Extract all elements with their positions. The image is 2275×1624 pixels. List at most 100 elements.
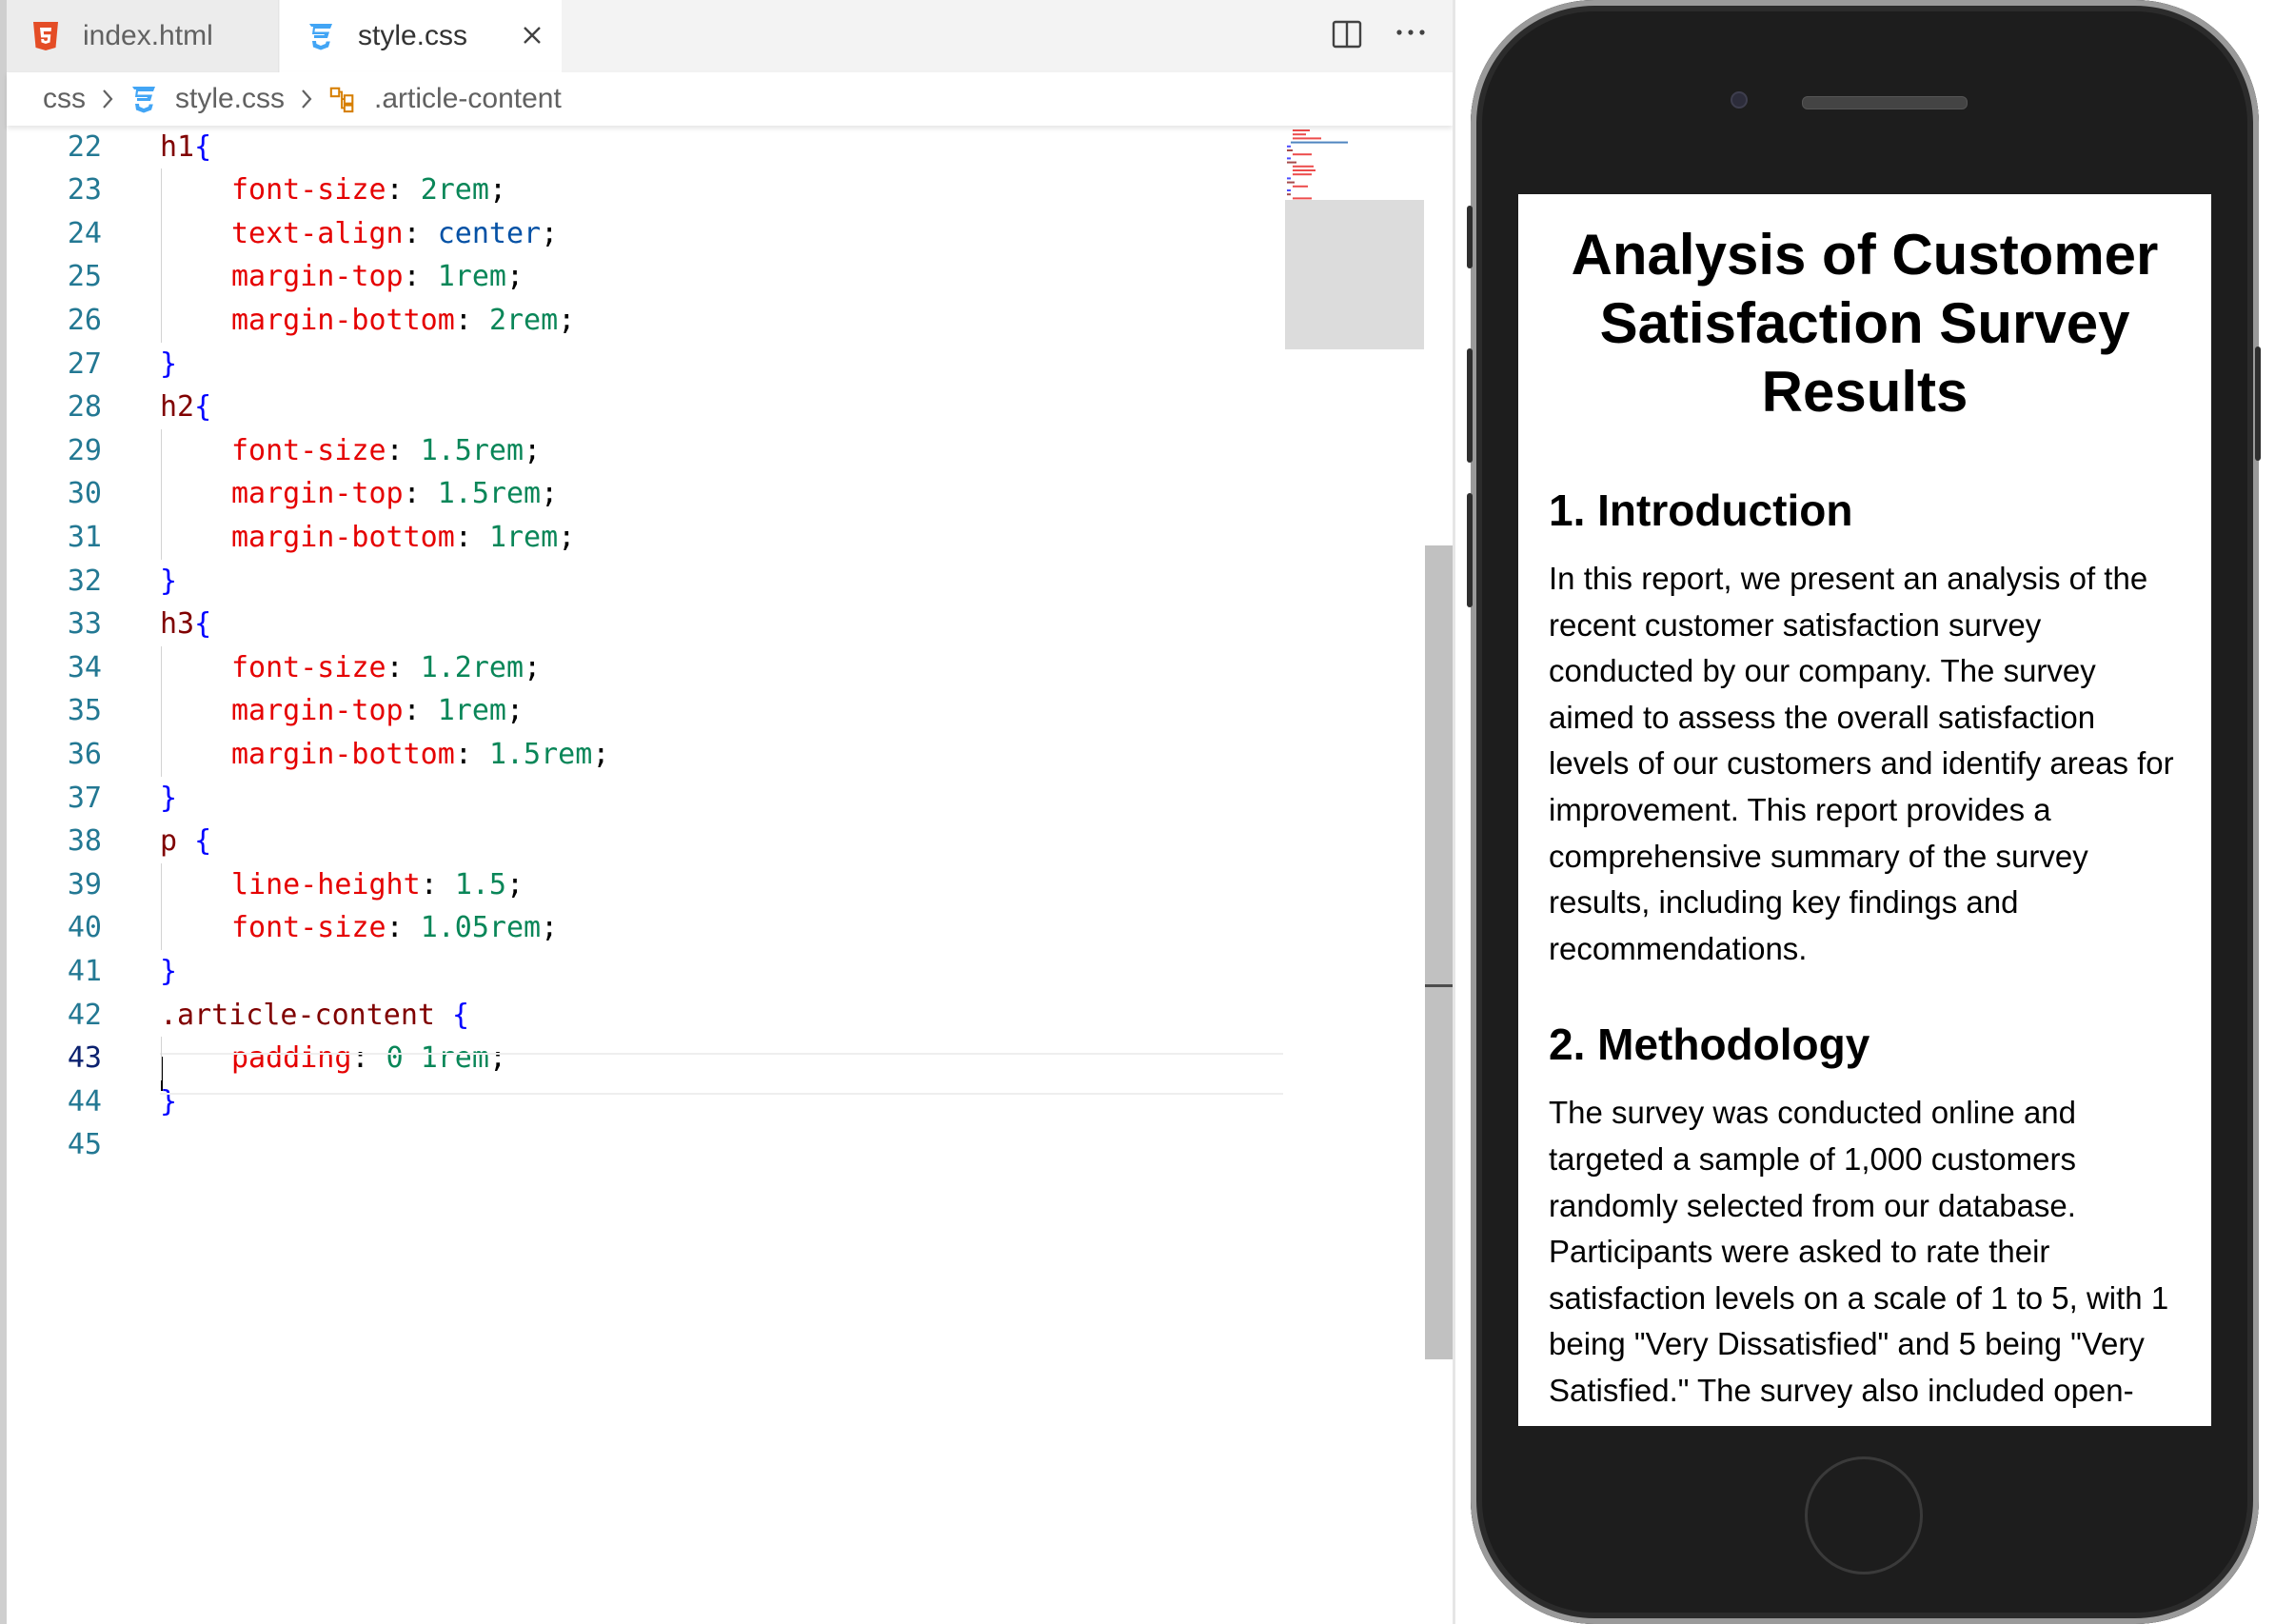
minimap-line [1293, 173, 1312, 176]
code-text: font-size: 1.2rem; [231, 650, 542, 684]
code-text: font-size: 1.5rem; [231, 433, 542, 467]
split-editor-icon[interactable] [1330, 17, 1364, 51]
code-line[interactable]: 45 [7, 1123, 1282, 1167]
code-line[interactable]: 38 p { [7, 820, 1282, 863]
code-line[interactable]: 28 h2{ [7, 386, 1282, 429]
minimap-line [1293, 165, 1314, 168]
phone-speaker [1802, 96, 1968, 109]
tab-label: style.css [358, 20, 468, 51]
scrollbar-thumb[interactable] [1425, 545, 1453, 1359]
code-line[interactable]: 35 margin-top: 1rem; [7, 689, 1282, 733]
code-text: } [160, 955, 178, 988]
code-line[interactable]: 36 margin-bottom: 1.5rem; [7, 733, 1282, 777]
breadcrumb-folder[interactable]: css [43, 83, 86, 115]
code-text: } [160, 781, 178, 815]
line-number: 27 [67, 347, 102, 381]
section-heading: 2. Methodology [1549, 1020, 1870, 1070]
code-line[interactable]: 34 font-size: 1.2rem; [7, 646, 1282, 690]
code-text: text-align: center; [231, 216, 559, 250]
minimap-line [1287, 157, 1291, 160]
minimap-line [1293, 153, 1312, 156]
code-line[interactable]: 39 line-height: 1.5; [7, 863, 1282, 907]
line-number: 41 [67, 955, 102, 988]
article-content: Analysis of Customer Satisfaction Survey… [1518, 221, 2211, 1415]
minimap-line [1293, 137, 1321, 140]
code-area[interactable]: 2122h1{23font-size: 2rem;24text-align: c… [7, 87, 1282, 1624]
line-number: 44 [67, 1084, 102, 1119]
minimap-line [1287, 149, 1293, 151]
code-line[interactable]: 30 margin-top: 1.5rem; [7, 472, 1282, 516]
tab-label: index.html [83, 20, 213, 51]
code-line[interactable]: 24 text-align: center; [7, 212, 1282, 256]
line-number: 29 [67, 433, 102, 467]
minimap-line [1293, 129, 1310, 131]
code-text: margin-top: 1.5rem; [231, 477, 559, 511]
line-number: 37 [67, 781, 102, 815]
minimap-line [1287, 181, 1295, 184]
code-line[interactable]: 23 font-size: 2rem; [7, 168, 1282, 212]
indent-guide [161, 168, 162, 343]
line-number: 39 [67, 867, 102, 901]
breadcrumb: css style.css .article-content [7, 72, 1453, 126]
line-number: 33 [67, 607, 102, 642]
html5-icon [31, 21, 60, 51]
css3-icon [129, 84, 158, 114]
line-number: 30 [67, 477, 102, 511]
tab-bar: index.html style.css [7, 0, 1453, 72]
code-text: .article-content { [160, 998, 470, 1032]
code-line[interactable]: 37} [7, 777, 1282, 821]
code-text: margin-top: 1rem; [231, 694, 524, 728]
code-text: h3{ [160, 607, 212, 642]
minimap-line [1287, 193, 1291, 196]
minimap-line [1287, 161, 1296, 164]
minimap-line [1291, 141, 1348, 144]
indent-guide [161, 862, 162, 950]
code-editor: index.html style.css css style.css .arti… [0, 0, 1453, 1624]
chevron-right-icon [296, 87, 317, 111]
breadcrumb-symbol[interactable]: .article-content [374, 83, 562, 115]
minimap-slider[interactable] [1285, 200, 1424, 349]
line-number: 25 [67, 260, 102, 294]
code-line[interactable]: 33 h3{ [7, 603, 1282, 646]
code-line[interactable]: 27} [7, 343, 1282, 386]
code-line[interactable]: 29 font-size: 1.5rem; [7, 429, 1282, 473]
line-number: 38 [67, 824, 102, 859]
line-number: 22 [67, 129, 102, 164]
code-line[interactable]: 32} [7, 560, 1282, 604]
phone-volume-down-button [1467, 493, 1473, 607]
code-line[interactable]: 42 .article-content { [7, 994, 1282, 1038]
indent-guide [161, 645, 162, 777]
code-text: margin-top: 1rem; [231, 260, 524, 294]
section-paragraph: The survey was conducted online and targ… [1549, 1095, 2169, 1408]
line-number: 31 [67, 521, 102, 554]
tab-style-css[interactable]: style.css [280, 0, 562, 72]
code-line[interactable]: 41} [7, 950, 1282, 994]
minimap-line [1287, 177, 1291, 180]
code-line[interactable]: 26 margin-bottom: 2rem; [7, 299, 1282, 343]
code-line[interactable]: 25 margin-top: 1rem; [7, 255, 1282, 299]
breadcrumb-file[interactable]: style.css [175, 83, 285, 115]
code-line[interactable]: 40 font-size: 1.05rem; [7, 906, 1282, 950]
indent-guide [161, 1037, 162, 1080]
tab-index-html[interactable]: index.html [7, 0, 279, 72]
code-text: line-height: 1.5; [231, 867, 524, 901]
code-text: } [160, 564, 178, 598]
line-number: 43 [67, 1041, 102, 1076]
more-actions-icon[interactable] [1392, 13, 1430, 48]
phone-power-button [2255, 347, 2261, 461]
line-number: 32 [67, 564, 102, 598]
phone-home-button[interactable] [1805, 1456, 1923, 1574]
minimap-line [1287, 145, 1291, 148]
code-text: margin-bottom: 2rem; [231, 304, 576, 337]
indent-guide [161, 428, 162, 560]
line-number: 34 [67, 650, 102, 684]
code-text: margin-bottom: 1.5rem; [231, 738, 610, 771]
code-line[interactable]: 31 margin-bottom: 1rem; [7, 516, 1282, 560]
line-number: 36 [67, 738, 102, 771]
code-text: p { [160, 824, 212, 859]
phone-mute-switch [1467, 206, 1473, 268]
code-line[interactable]: 22 h1{ [7, 126, 1282, 169]
close-icon[interactable] [516, 19, 548, 51]
minimap-line [1287, 189, 1291, 191]
chevron-right-icon [97, 87, 118, 111]
